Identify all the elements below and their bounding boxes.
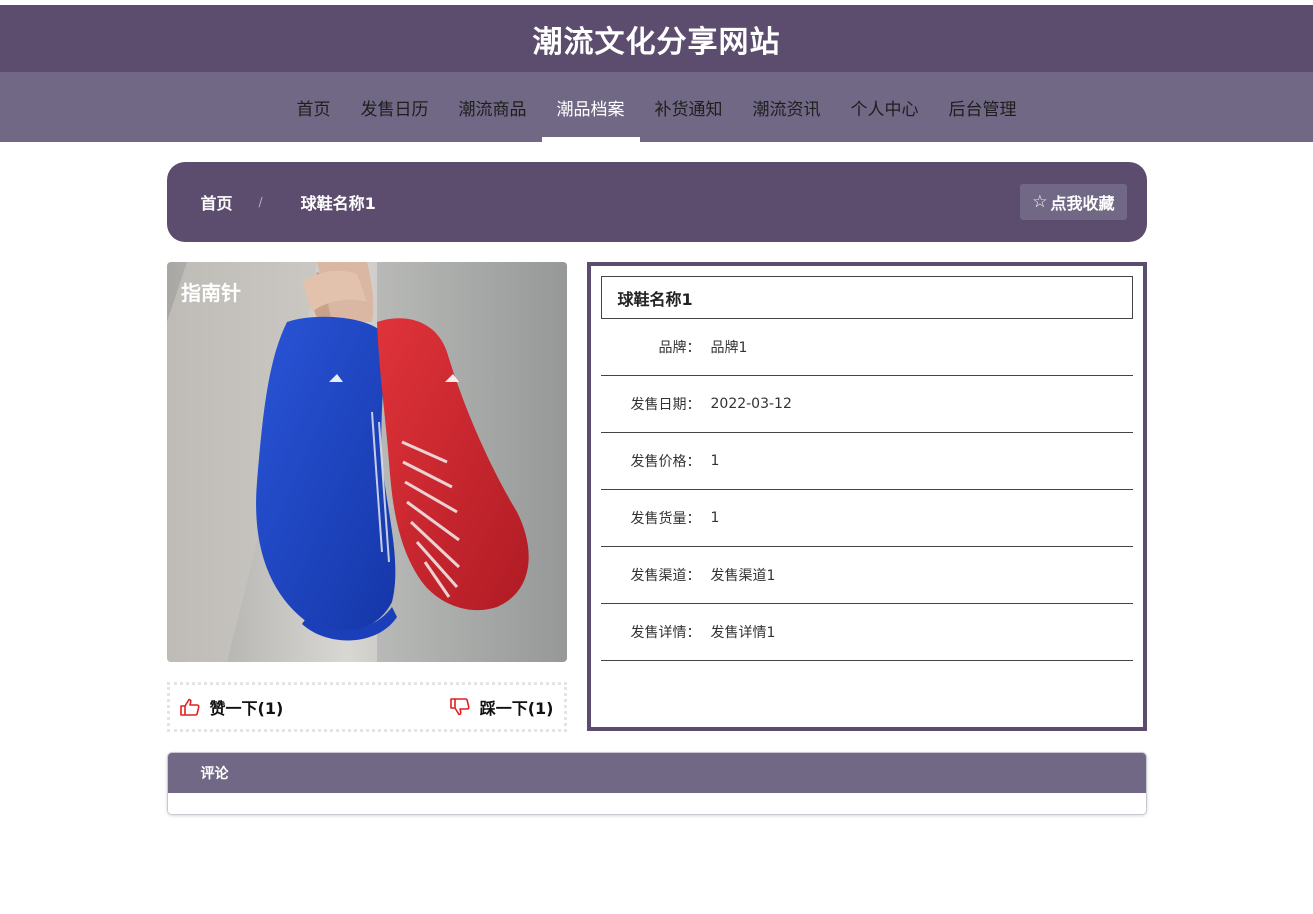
info-label: 发售渠道：	[630, 568, 701, 584]
nav-trend-products[interactable]: 潮流商品	[444, 72, 542, 142]
watermark-text: 指南针	[181, 281, 241, 305]
dislike-label: 踩一下(1)	[479, 699, 554, 718]
comment-panel: 评论	[166, 752, 1147, 815]
like-label: 赞一下(1)	[209, 699, 284, 718]
breadcrumb-separator: /	[258, 195, 263, 209]
info-row-brand: 品牌： 品牌1	[600, 319, 1133, 376]
info-row-price: 发售价格： 1	[600, 433, 1133, 490]
breadcrumb-current: 球鞋名称1	[300, 194, 376, 213]
info-value: 2022-03-12	[710, 396, 792, 412]
thumbs-down-icon	[449, 698, 470, 716]
info-label: 发售日期：	[630, 397, 701, 413]
thumbs-up-icon	[179, 698, 200, 716]
dislike-button[interactable]: 踩一下(1)	[449, 695, 554, 719]
site-header: 潮流文化分享网站	[0, 5, 1313, 72]
comment-header: 评论	[167, 753, 1146, 793]
nav-trend-news[interactable]: 潮流资讯	[738, 72, 836, 142]
info-value: 1	[710, 453, 720, 469]
info-value: 1	[710, 510, 720, 526]
info-label: 发售详情：	[630, 625, 701, 641]
product-media: 指南针 赞一下(1) 踩一下(1)	[166, 262, 567, 732]
main-nav: 首页 发售日历 潮流商品 潮品档案 补货通知 潮流资讯 个人中心 后台管理	[0, 72, 1313, 142]
info-row-quantity: 发售货量： 1	[600, 490, 1133, 547]
info-row-details: 发售详情： 发售详情1	[600, 604, 1133, 661]
info-value: 发售详情1	[710, 625, 776, 641]
nav-home[interactable]: 首页	[282, 72, 346, 142]
favorite-button[interactable]: ☆ 点我收藏	[1020, 184, 1127, 220]
product-image: 指南针	[166, 262, 567, 662]
info-label: 发售货量：	[630, 511, 701, 527]
star-icon: ☆	[1032, 192, 1048, 212]
info-value: 品牌1	[710, 340, 748, 356]
product-name: 球鞋名称1	[600, 276, 1133, 319]
site-title: 潮流文化分享网站	[532, 24, 781, 60]
product-section: 指南针 赞一下(1) 踩一下(1) 球鞋名称1 品牌： 品牌1 发售日期： 20…	[166, 262, 1147, 732]
favorite-label: 点我收藏	[1050, 194, 1115, 213]
nav-trend-archive[interactable]: 潮品档案	[541, 72, 640, 142]
comment-body	[167, 793, 1146, 814]
info-value: 发售渠道1	[710, 568, 776, 584]
vote-bar: 赞一下(1) 踩一下(1)	[166, 682, 567, 732]
page-container: 首页 / 球鞋名称1 ☆ 点我收藏 指南针 赞一下(1) 踩一下(1) 球鞋名称…	[166, 162, 1147, 815]
info-label: 发售价格：	[630, 454, 701, 470]
product-info: 球鞋名称1 品牌： 品牌1 发售日期： 2022-03-12 发售价格： 1 发…	[586, 262, 1147, 731]
nav-personal-center[interactable]: 个人中心	[836, 72, 934, 142]
info-row-channel: 发售渠道： 发售渠道1	[600, 547, 1133, 604]
breadcrumb: 首页 / 球鞋名称1 ☆ 点我收藏	[166, 162, 1147, 242]
nav-admin[interactable]: 后台管理	[934, 72, 1032, 142]
nav-restock-notice[interactable]: 补货通知	[640, 72, 738, 142]
info-row-release-date: 发售日期： 2022-03-12	[600, 376, 1133, 433]
like-button[interactable]: 赞一下(1)	[179, 695, 284, 719]
breadcrumb-home[interactable]: 首页	[201, 190, 233, 214]
nav-release-calendar[interactable]: 发售日历	[346, 72, 444, 142]
info-label: 品牌：	[658, 340, 701, 356]
